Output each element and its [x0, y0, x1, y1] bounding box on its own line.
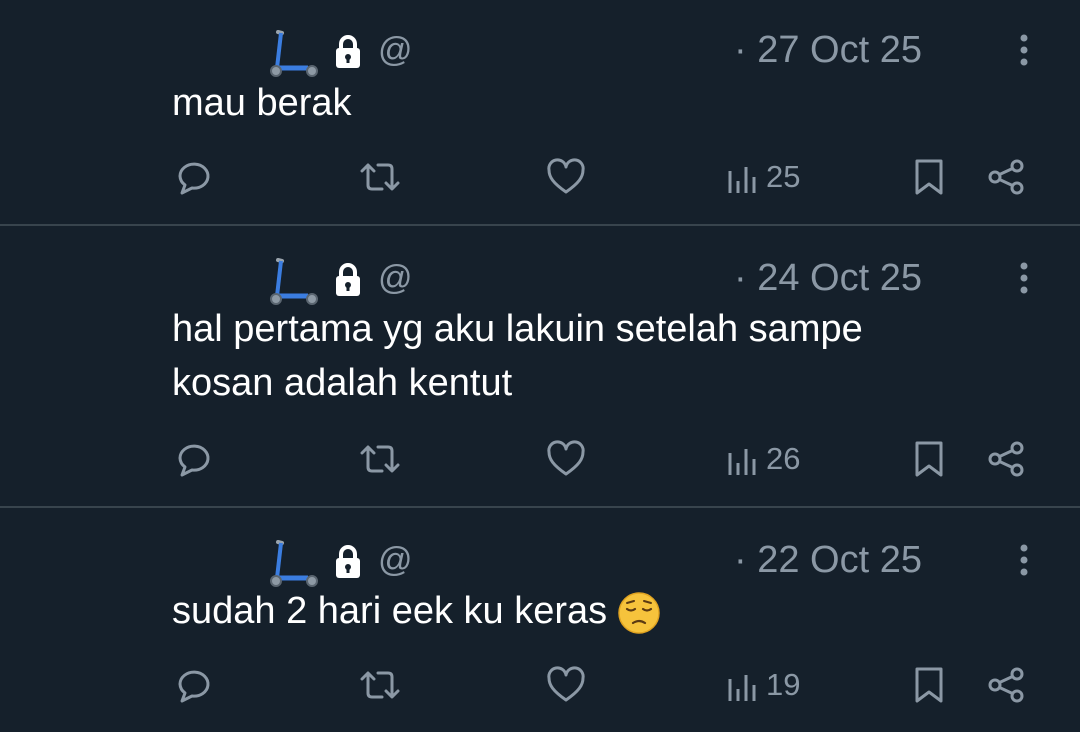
pensive-face-icon — [618, 592, 660, 634]
lock-icon — [336, 263, 360, 296]
tweet-text-line: hal pertama yg aku lakuin setelah sampe — [172, 308, 863, 350]
reply-button[interactable] — [174, 152, 214, 202]
reply-button[interactable] — [174, 434, 214, 484]
views-button[interactable]: 26 — [726, 434, 800, 484]
user-handle[interactable]: @ — [378, 26, 413, 74]
views-icon — [728, 675, 756, 701]
share-button[interactable] — [986, 152, 1028, 202]
lock-icon — [336, 545, 360, 578]
views-icon — [728, 167, 756, 193]
retweet-icon — [360, 163, 400, 191]
retweet-icon — [360, 671, 400, 699]
kick-scooter-icon — [270, 258, 318, 305]
more-vertical-icon[interactable] — [1008, 30, 1040, 70]
lock-icon — [336, 35, 360, 68]
kick-scooter-icon — [270, 30, 318, 77]
tweet-text-line: sudah 2 hari eek ku keras — [172, 584, 661, 638]
reply-icon — [178, 670, 210, 703]
tweet-actions: 19 — [0, 660, 1080, 710]
tweet-text: mau berak — [172, 76, 352, 130]
bookmark-icon — [915, 159, 943, 195]
tweet-text: sudah 2 hari eek ku keras — [172, 584, 661, 638]
divider — [0, 224, 1080, 226]
divider — [0, 506, 1080, 508]
retweet-button[interactable] — [358, 152, 402, 202]
retweet-icon — [360, 445, 400, 473]
share-icon — [988, 441, 1024, 477]
reply-icon — [178, 444, 210, 477]
retweet-button[interactable] — [358, 434, 402, 484]
user-handle[interactable]: @ — [378, 254, 413, 302]
kick-scooter-icon — [270, 540, 318, 587]
tweet-header: @ · 27 Oct 25 — [0, 24, 1080, 84]
views-count: 26 — [766, 441, 801, 476]
tweet-date[interactable]: · 24 Oct 25 — [734, 254, 922, 302]
tweet-text-line: kosan adalah kentut — [172, 362, 513, 404]
views-button[interactable]: 25 — [726, 152, 800, 202]
tweet-text-line: mau berak — [172, 82, 352, 124]
share-button[interactable] — [986, 434, 1028, 484]
views-button[interactable]: 19 — [726, 660, 800, 710]
tweet-text: hal pertama yg aku lakuin setelah sampe … — [172, 302, 863, 410]
like-button[interactable] — [545, 434, 587, 484]
more-vertical-icon[interactable] — [1008, 540, 1040, 580]
views-icon — [728, 449, 756, 475]
heart-icon — [547, 158, 585, 194]
tweet-date[interactable]: · 22 Oct 25 — [734, 536, 922, 584]
views-count: 25 — [766, 159, 801, 194]
user-handle[interactable]: @ — [378, 536, 413, 584]
tweet-actions: 26 — [0, 434, 1080, 484]
reply-button[interactable] — [174, 660, 214, 710]
heart-icon — [547, 666, 585, 702]
like-button[interactable] — [545, 660, 587, 710]
bookmark-icon — [915, 667, 943, 703]
bookmark-icon — [915, 441, 943, 477]
more-vertical-icon[interactable] — [1008, 258, 1040, 298]
tweet-date[interactable]: · 27 Oct 25 — [734, 26, 922, 74]
bookmark-button[interactable] — [912, 660, 946, 710]
share-icon — [988, 667, 1024, 703]
tweet-actions: 25 — [0, 152, 1080, 202]
views-count: 19 — [766, 667, 801, 702]
heart-icon — [547, 440, 585, 476]
like-button[interactable] — [545, 152, 587, 202]
bookmark-button[interactable] — [912, 434, 946, 484]
bookmark-button[interactable] — [912, 152, 946, 202]
share-button[interactable] — [986, 660, 1028, 710]
reply-icon — [178, 162, 210, 195]
tweet-text-content: sudah 2 hari eek ku keras — [172, 590, 608, 632]
retweet-button[interactable] — [358, 660, 402, 710]
share-icon — [988, 159, 1024, 195]
